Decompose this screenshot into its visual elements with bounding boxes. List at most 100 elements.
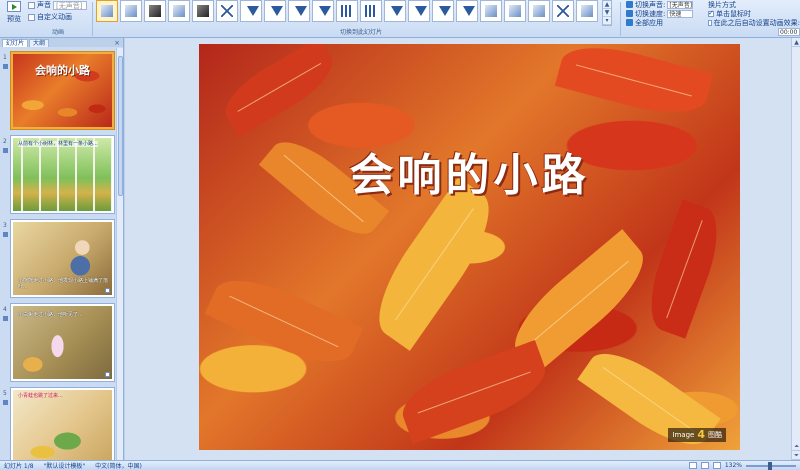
auto-after-checkbox[interactable]	[708, 19, 712, 26]
transition-uncover[interactable]	[504, 0, 526, 22]
transition-sound-combo[interactable]: [无声音]	[667, 0, 694, 9]
slide-thumbnail-4[interactable]: 4 小白兔走过小路，他听见了...	[0, 304, 116, 384]
transition-wipe-left[interactable]	[264, 0, 286, 22]
panel-tabs: 幻灯片 大纲 ×	[0, 38, 123, 47]
current-slide[interactable]: 会响的小路 Image 4 图酷	[199, 44, 740, 450]
transition-push-right[interactable]	[432, 0, 454, 22]
next-slide-icon[interactable]: ⏷	[792, 451, 800, 460]
gallery-more-icon[interactable]: ▾	[603, 17, 611, 25]
slides-panel: 幻灯片 大纲 × 1 会响的小路 2 从前有个小树林，林里有一条小路... 3 …	[0, 38, 124, 460]
gallery-scrollbar[interactable]: ▲ ▼ ▾	[602, 0, 612, 26]
language-status: 中文(简体，中国)	[95, 463, 142, 470]
watermark-mid-text: 4	[697, 428, 705, 441]
transition-dissolve[interactable]	[216, 0, 238, 22]
scroll-up-icon[interactable]: ▲	[792, 38, 800, 47]
slide-thumbnail-3[interactable]: 3 小熊熊走过小路，他发现小路上铺满了落叶...	[0, 220, 116, 300]
apply-all-button[interactable]: 全部应用	[626, 18, 706, 27]
watermark-image-text: Image	[672, 431, 695, 439]
speed-icon	[626, 10, 633, 17]
auto-after-time-row: 00:00	[708, 27, 800, 36]
sound-label: 声音	[37, 1, 51, 9]
slide-thumbnail-5[interactable]: 5 小青蛙也跳了过来...	[0, 388, 116, 460]
transition-random[interactable]	[552, 0, 574, 22]
transition-strip[interactable]	[528, 0, 550, 22]
preview-button[interactable]: 预览	[3, 0, 25, 26]
normal-view-button[interactable]	[688, 462, 697, 469]
sound-combo[interactable]: [无声音]	[53, 0, 87, 10]
slide-preview-text: 小青蛙也跳了过来...	[18, 393, 63, 399]
slide-preview-text: 从前有个小树林，林里有一条小路...	[18, 141, 98, 147]
transition-speed-combo[interactable]: 快速	[667, 9, 694, 18]
on-click-checkbox[interactable]	[708, 9, 714, 17]
slide-preview: 会响的小路	[11, 52, 114, 129]
sound-command[interactable]: 声音 [无声音]	[28, 0, 87, 10]
transition-gallery	[96, 0, 600, 26]
leaf-shape	[393, 340, 555, 444]
animation-star-icon	[3, 400, 8, 405]
leaf-shape	[638, 199, 730, 339]
panel-scrollbar[interactable]	[116, 48, 123, 460]
animation-star-icon	[3, 316, 8, 321]
transition-split[interactable]	[336, 0, 358, 22]
slide-thumbnail-1[interactable]: 1 会响的小路	[0, 52, 116, 132]
preview-label: 预览	[7, 15, 21, 23]
animation-star-icon	[3, 148, 8, 153]
auto-after-time-input[interactable]: 00:00	[778, 27, 800, 36]
slide-title[interactable]: 会响的小路	[199, 139, 740, 203]
slide-preview: 小白兔走过小路，他听见了...	[11, 304, 114, 381]
ribbon-separator	[92, 2, 93, 36]
auto-after-row[interactable]: 在此之后自动设置动画效果:	[708, 18, 800, 27]
animation-star-icon	[3, 64, 8, 69]
transition-push-up[interactable]	[456, 0, 478, 22]
gallery-up-icon[interactable]: ▲	[603, 1, 611, 9]
status-bar: 幻灯片 1/8 "默认设计模板" 中文(简体，中国) 132%	[0, 460, 800, 470]
transition-cut-black[interactable]	[192, 0, 214, 22]
zoom-level[interactable]: 132%	[725, 462, 742, 469]
transition-push-down[interactable]	[384, 0, 406, 22]
transition-cut[interactable]	[168, 0, 190, 22]
leaf-shape	[215, 44, 343, 137]
speaker-icon	[626, 1, 633, 8]
ribbon-separator	[620, 2, 621, 36]
slide-preview: 小熊熊走过小路，他发现小路上铺满了落叶...	[11, 220, 114, 297]
tab-slides[interactable]: 幻灯片	[2, 39, 29, 47]
transition-wipe-up[interactable]	[312, 0, 334, 22]
tab-outline[interactable]: 大纲	[29, 39, 50, 47]
auto-after-label: 在此之后自动设置动画效果:	[713, 18, 800, 27]
zoom-slider[interactable]	[746, 461, 796, 470]
close-icon[interactable]: ×	[114, 39, 120, 47]
panel-scroll-thumb[interactable]	[118, 56, 123, 196]
transition-box[interactable]	[576, 0, 598, 22]
transition-wipe-down[interactable]	[240, 0, 262, 22]
transition-blinds[interactable]	[360, 0, 382, 22]
transition-none[interactable]	[96, 0, 118, 22]
editor-scrollbar[interactable]: ▲ ⏶ ⏷	[791, 38, 800, 460]
slide-sorter-button[interactable]	[700, 462, 709, 469]
slide-number: 2	[3, 138, 7, 145]
slide-thumbnail-2[interactable]: 2 从前有个小树林，林里有一条小路...	[0, 136, 116, 216]
advance-slide-group: 换片方式 单击鼠标时 在此之后自动设置动画效果: 00:00	[708, 0, 800, 36]
slide-preview-text: 小白兔走过小路，他听见了...	[18, 312, 83, 318]
gallery-down-icon[interactable]: ▼	[603, 9, 611, 17]
transition-cover[interactable]	[480, 0, 502, 22]
custom-animation-button[interactable]: 自定义动画	[28, 12, 72, 22]
thumbnail-list: 1 会响的小路 2 从前有个小树林，林里有一条小路... 3 小熊熊走过小路，他…	[0, 48, 116, 460]
previous-slide-icon[interactable]: ⏶	[792, 442, 800, 451]
preview-icon	[7, 1, 21, 12]
transition-push-left[interactable]	[408, 0, 430, 22]
transition-fade-black[interactable]	[144, 0, 166, 22]
transition-options: 切换声音: [无声音] 切换速度: 快速 全部应用	[626, 0, 706, 27]
leaf-shape	[554, 44, 714, 125]
slide-counter: 幻灯片 1/8	[4, 463, 34, 470]
slideshow-button[interactable]	[712, 462, 721, 469]
transition-fade[interactable]	[120, 0, 142, 22]
slide-preview: 小青蛙也跳了过来...	[11, 388, 114, 460]
animation-icon	[105, 372, 110, 377]
custom-animation-label: 自定义动画	[37, 13, 72, 21]
animation-icon	[105, 288, 110, 293]
transition-wipe-right[interactable]	[288, 0, 310, 22]
custom-animation-icon	[28, 13, 35, 21]
leaf-shape	[204, 264, 364, 378]
animation-star-icon	[3, 232, 8, 237]
ribbon: 预览 声音 [无声音] 自定义动画 动画 ▲ ▼ ▾ 切换到此幻灯片 切换声音:…	[0, 0, 800, 38]
